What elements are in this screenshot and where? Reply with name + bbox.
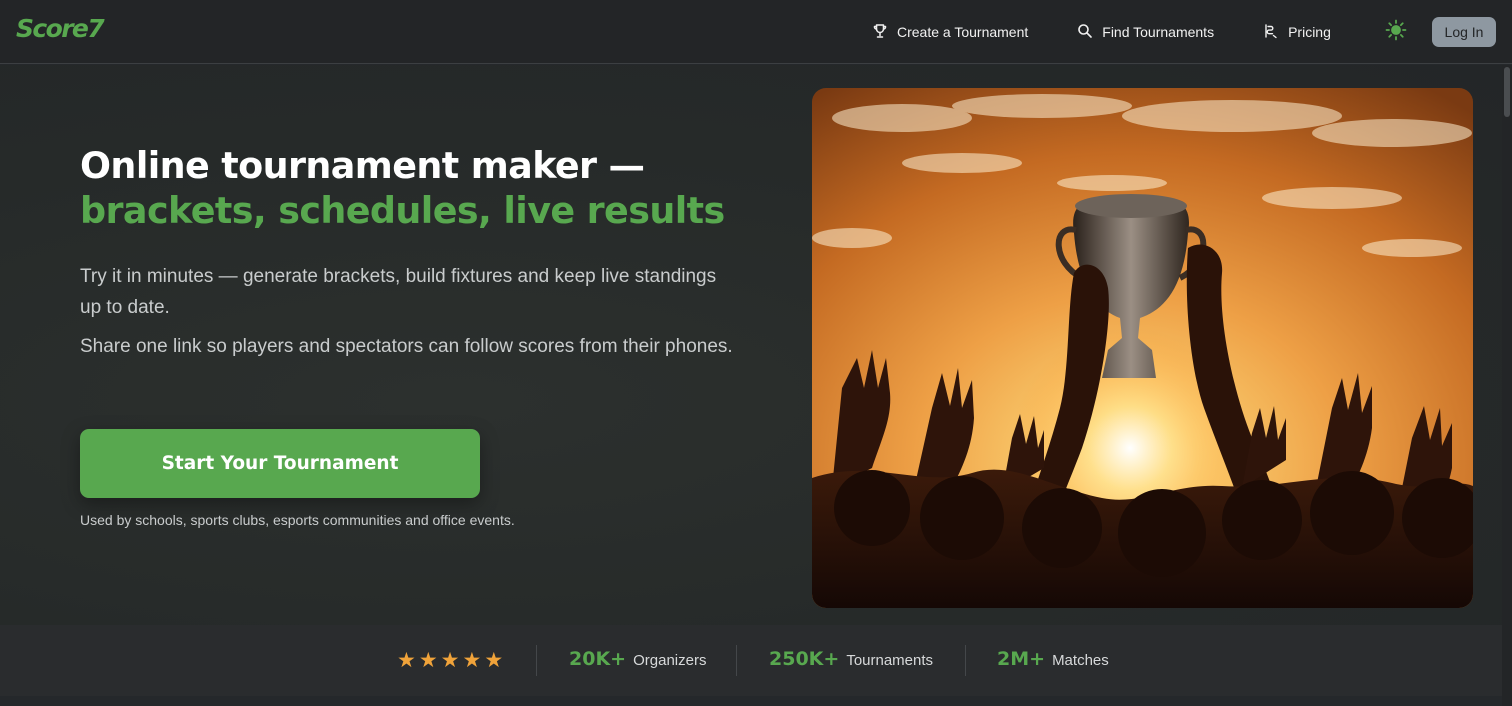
- hero-description-1: Try it in minutes — generate brackets, b…: [80, 266, 717, 318]
- trophy-icon: [872, 23, 888, 42]
- nav-links: Create a Tournament Find Tournaments Pri…: [872, 0, 1331, 64]
- stats-divider: [536, 645, 537, 676]
- hero-title: Online tournament maker — brackets, sche…: [80, 143, 780, 233]
- dollar-icon: [1263, 23, 1279, 42]
- nav-pricing-label: Pricing: [1288, 24, 1331, 40]
- stat-tournaments-value: 250K+: [769, 648, 840, 670]
- hero-title-line1: Online tournament maker —: [80, 144, 645, 187]
- stats-divider: [736, 645, 737, 676]
- rating-stars: ★ ★ ★ ★ ★: [397, 648, 504, 672]
- stat-matches-label: Matches: [1052, 652, 1109, 669]
- nav-pricing[interactable]: Pricing: [1263, 23, 1331, 42]
- hero-image-trophy-celebration: [812, 88, 1473, 608]
- sun-icon: [1385, 19, 1407, 46]
- nav-create-tournament-label: Create a Tournament: [897, 24, 1029, 40]
- login-button[interactable]: Log In: [1432, 17, 1496, 47]
- star-icon: ★: [418, 648, 438, 672]
- stat-organizers-label: Organizers: [633, 652, 707, 669]
- hero-title-line2: brackets, schedules, live results: [80, 189, 725, 232]
- scrollbar-thumb[interactable]: [1504, 67, 1510, 117]
- used-by-text: Used by schools, sports clubs, esports c…: [80, 512, 515, 528]
- stat-organizers-value: 20K+: [569, 648, 627, 670]
- nav-find-tournaments[interactable]: Find Tournaments: [1077, 23, 1214, 42]
- star-icon: ★: [462, 648, 482, 672]
- page-scrollbar[interactable]: [1502, 65, 1512, 706]
- start-tournament-button[interactable]: Start Your Tournament: [80, 429, 480, 498]
- stat-organizers: 20K+ Organizers: [569, 648, 706, 670]
- top-navbar: Score7 Create a Tournament Find Tourname…: [0, 0, 1512, 64]
- stat-tournaments: 250K+ Tournaments: [769, 648, 933, 670]
- star-icon: ★: [397, 648, 416, 672]
- stat-matches: 2M+ Matches: [997, 648, 1109, 670]
- page: Score7 Create a Tournament Find Tourname…: [0, 0, 1512, 706]
- star-icon: ★: [440, 648, 460, 672]
- stats-bar: [0, 625, 1502, 696]
- stats-divider: [965, 645, 966, 676]
- nav-create-tournament[interactable]: Create a Tournament: [872, 23, 1028, 42]
- stat-matches-value: 2M+: [997, 648, 1046, 670]
- star-icon: ★: [484, 648, 504, 672]
- search-icon: [1077, 23, 1093, 42]
- hero-description-2: Share one link so players and spectators…: [80, 336, 733, 357]
- theme-toggle[interactable]: [1384, 19, 1408, 46]
- score7-logo[interactable]: Score7: [16, 14, 105, 43]
- stat-tournaments-label: Tournaments: [846, 652, 934, 669]
- nav-find-tournaments-label: Find Tournaments: [1102, 24, 1215, 40]
